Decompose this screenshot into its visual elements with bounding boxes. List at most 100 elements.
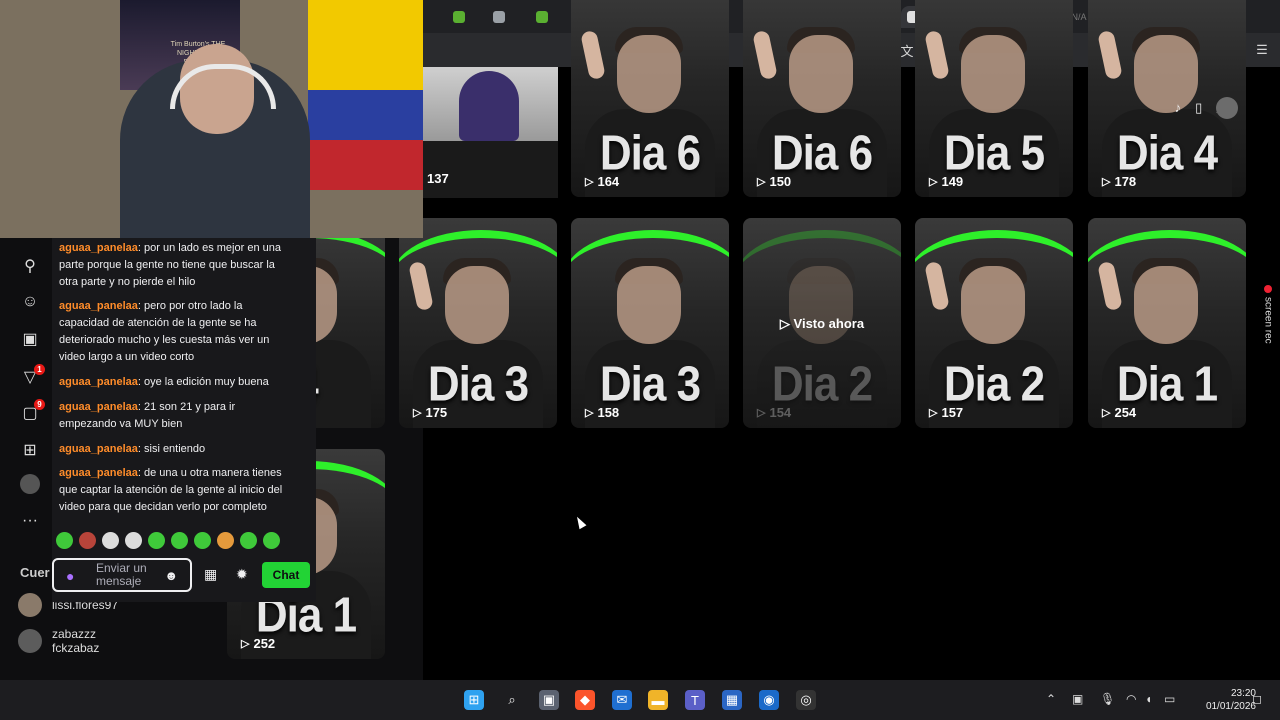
emote-icon[interactable] [79,532,96,549]
more-icon[interactable]: ··· [19,510,41,532]
video-tile[interactable]: Dia 2 ▷ 154 ▷ Visto ahora [743,218,901,428]
chat-username[interactable]: aguaa_panelaa [59,443,138,455]
chat-username[interactable]: aguaa_panelaa [59,300,138,312]
play-icon: ▷ [585,407,594,419]
view-count-row: ▷ 164 [585,174,619,189]
view-count: 157 [941,405,964,420]
users-icon[interactable]: ☺ [19,291,41,313]
gear-icon[interactable]: ✹ [236,566,248,583]
emote-icon[interactable] [125,532,142,549]
phone-icon[interactable]: ▯ [1195,100,1202,116]
green-arc [1088,230,1246,328]
avatar [18,629,42,653]
tray-app-icon[interactable]: ▣ [1072,692,1083,706]
emoji-icon[interactable]: ☻ [164,568,178,583]
chat-message: aguaa_panelaa: pero por otro lado la cap… [59,300,270,363]
battery-icon[interactable]: ▭ [1164,692,1175,706]
video-tile[interactable]: Dia 3 ▷ 175 [399,218,557,428]
search-icon[interactable]: ⌕ [502,690,522,710]
chat-username[interactable]: aguaa_panelaa [59,376,138,388]
browser-tab[interactable] [481,6,517,28]
view-count: 150 [769,174,792,189]
play-icon: ▷ [1102,176,1111,188]
chat-message: aguaa_panelaa: de una u otra manera tien… [59,467,283,513]
video-tile[interactable]: Dia 6 ▷ 150 [743,0,901,197]
video-tile[interactable]: Dia 3 ▷ 158 [571,218,729,428]
teams-icon[interactable]: T [685,690,705,710]
video-tile[interactable]: Dia 2 ▷ 157 [915,218,1073,428]
wifi-icon[interactable]: ◠ [1126,692,1136,706]
chat-input-placeholder: Enviar un mensaje [96,561,147,588]
add-icon[interactable]: ⊞ [19,439,41,461]
chat-message: aguaa_panelaa: oye la edición muy buena [59,376,269,388]
video-tile[interactable]: Dia 6 ▷ 164 [571,0,729,197]
chat-username[interactable]: aguaa_panelaa [59,242,138,254]
windows-start-icon[interactable]: ⊞ [464,690,484,710]
tiktok-small-icon[interactable]: ♪ [1175,100,1182,116]
chevron-up-icon[interactable]: ⌃ [1046,692,1056,706]
store-icon[interactable]: ▦ [204,566,217,583]
system-clock[interactable]: 23:20 01/01/2026 [1206,687,1256,713]
chat-message: aguaa_panelaa: 21 son 21 y para ir empez… [59,401,236,430]
emote-icon[interactable] [217,532,234,549]
view-count-row: ▷ 149 [929,174,963,189]
emote-icon[interactable] [148,532,165,549]
file-explorer-icon[interactable]: ▬ [648,690,668,710]
screen-rec-indicator: screen rec [1256,285,1280,365]
view-count-row: ▷ 157 [929,405,963,420]
obs-icon[interactable]: ◎ [796,690,816,710]
chat-username[interactable]: aguaa_panelaa [59,401,138,413]
avatar[interactable] [1216,97,1238,119]
brave-browser-icon[interactable]: ◆ [575,690,595,710]
emote-icon[interactable] [194,532,211,549]
video-tile[interactable]: Dia 5 ▷ 149 [915,0,1073,197]
browser-tab[interactable] [441,6,477,28]
view-count-row: ▷ 150 [757,174,791,189]
emote-icon[interactable] [171,532,188,549]
chat-send-button[interactable]: Chat [262,562,310,588]
translate-icon[interactable]: 文 [899,42,915,59]
view-count: 154 [769,405,792,420]
chat-input[interactable]: ● Enviar un mensaje ☻ [52,558,192,592]
emote-icon[interactable] [102,532,119,549]
view-count-row: ▷ 178 [1102,174,1136,189]
play-icon: ▷ [1102,407,1111,419]
view-count: 252 [253,636,276,651]
task-view-icon[interactable]: ▣ [539,690,559,710]
play-icon: ▷ [585,176,594,188]
camera-icon[interactable]: ◉ [759,690,779,710]
emote-icon[interactable] [56,532,73,549]
site-icon [493,11,505,23]
viewer-sub: fckzabaz [52,641,100,655]
chat-username[interactable]: aguaa_panelaa [59,467,138,479]
tv-icon[interactable]: ▣ [19,328,41,350]
follow-user-icon[interactable]: ⚲ [19,255,41,277]
avatar[interactable] [20,474,40,494]
green-arc [399,230,557,328]
volume-icon[interactable]: ◖ [1145,692,1152,706]
store-app-icon[interactable]: ▦ [722,690,742,710]
emote-icon[interactable] [263,532,280,549]
view-count-row: ▷ 158 [585,405,619,420]
outlook-icon[interactable]: ✉ [612,690,632,710]
play-icon: ▷ [929,176,938,188]
viewer-item[interactable]: zabazzz fckzabaz [18,627,99,655]
play-icon: ▷ [757,176,766,188]
video-tile[interactable]: 137 [423,67,558,198]
menu-icon[interactable]: ☰ [1254,42,1270,58]
viewer-name: zabazzz [52,627,97,641]
play-icon: ▷ [413,407,422,419]
microphone-icon[interactable]: ● [66,568,74,584]
chat-message: aguaa_panelaa: por un lado es mejor en u… [59,242,281,288]
play-icon: ▷ [757,407,766,419]
record-dot-icon [1264,285,1272,293]
notification-icon[interactable]: ◻ [1252,692,1262,706]
emote-icon[interactable] [240,532,257,549]
play-icon: ▷ [929,407,938,419]
video-tile[interactable]: Dia 1 ▷ 254 [1088,218,1246,428]
browser-tab[interactable] [524,6,560,28]
notification-badge: 1 [34,364,45,375]
shopify-icon [453,11,465,23]
microphone-icon[interactable]: 🎙 [1100,692,1115,706]
thumbnail-person [459,71,519,141]
